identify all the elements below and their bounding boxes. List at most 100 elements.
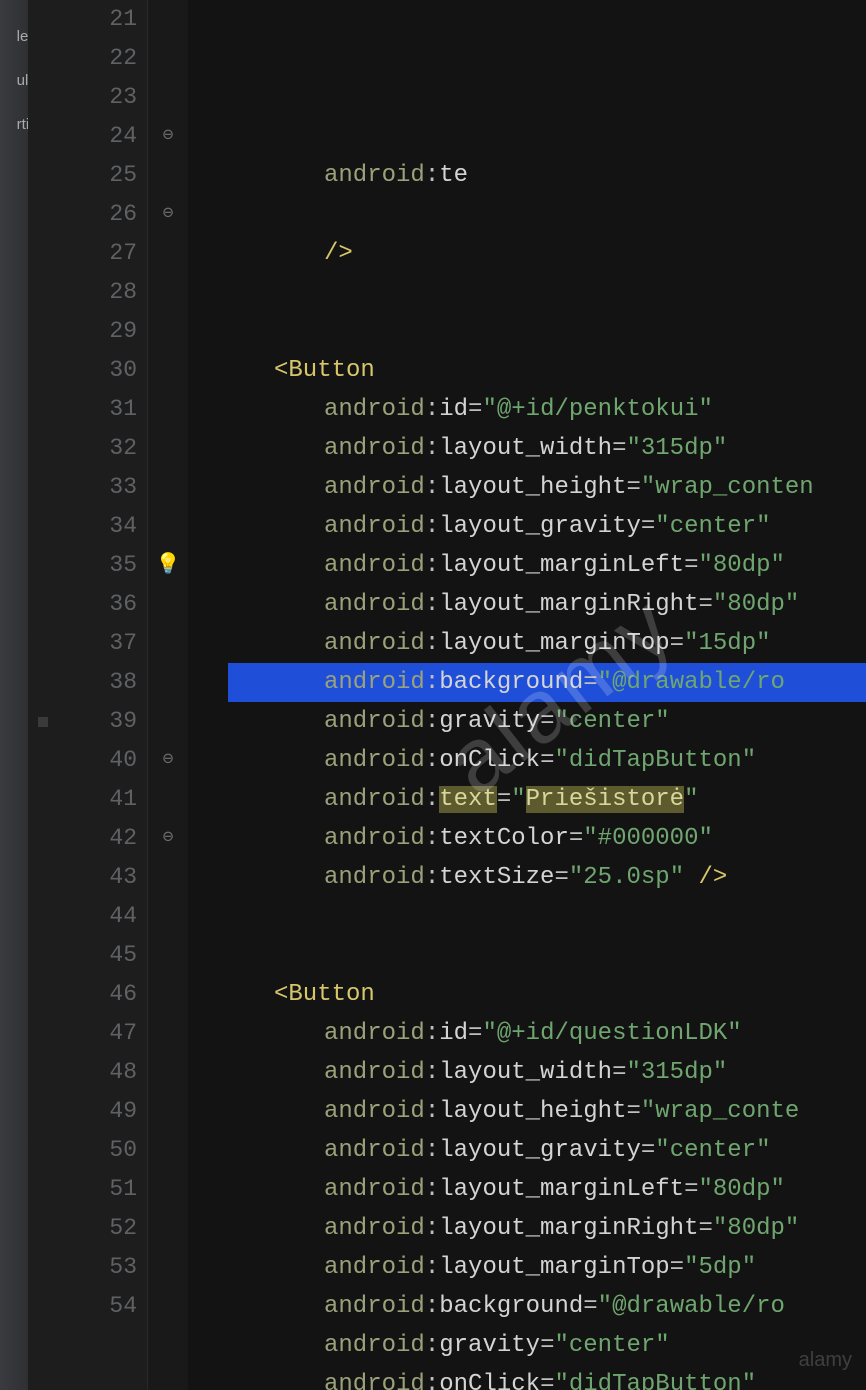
- line-number[interactable]: 21: [28, 0, 137, 39]
- line-number[interactable]: 26: [28, 195, 137, 234]
- fold-spacer: [148, 351, 188, 390]
- line-number[interactable]: 28: [28, 273, 137, 312]
- line-number[interactable]: 30: [28, 351, 137, 390]
- code-line[interactable]: android:layout_marginLeft="80dp": [188, 1170, 866, 1209]
- line-number[interactable]: 40: [28, 741, 137, 780]
- line-number[interactable]: 34: [28, 507, 137, 546]
- code-line[interactable]: android:background="@drawable/ro: [188, 1287, 866, 1326]
- code-line[interactable]: <Button: [188, 351, 866, 390]
- token-ns: android: [324, 786, 425, 813]
- code-line[interactable]: [188, 273, 866, 312]
- code-line[interactable]: android:layout_width="315dp": [188, 1053, 866, 1092]
- line-number[interactable]: 22: [28, 39, 137, 78]
- line-number[interactable]: 46: [28, 975, 137, 1014]
- fold-column[interactable]: ⊖ ⊖ 💡 ⊖ ⊖: [148, 0, 188, 1390]
- line-number[interactable]: 42: [28, 819, 137, 858]
- token-eq: =: [612, 1059, 626, 1086]
- token-eq: =: [540, 1371, 554, 1390]
- token-q: ": [626, 435, 640, 462]
- fold-toggle-icon[interactable]: ⊖: [148, 195, 188, 234]
- code-line[interactable]: android:textSize="25.0sp" />: [188, 858, 866, 897]
- code-line[interactable]: android:layout_height="wrap_conte: [188, 1092, 866, 1131]
- code-line[interactable]: android:id="@+id/penktokui": [188, 390, 866, 429]
- code-line[interactable]: [188, 312, 866, 351]
- line-number[interactable]: 50: [28, 1131, 137, 1170]
- line-number[interactable]: 36: [28, 585, 137, 624]
- code-line[interactable]: android:layout_width="315dp": [188, 429, 866, 468]
- token-q: ": [641, 1098, 655, 1125]
- line-number[interactable]: 25: [28, 156, 137, 195]
- line-number[interactable]: 47: [28, 1014, 137, 1053]
- fold-spacer: [148, 0, 188, 39]
- code-line[interactable]: android:layout_marginRight="80dp": [188, 1209, 866, 1248]
- lightbulb-icon[interactable]: 💡: [148, 546, 188, 585]
- fold-spacer: [148, 429, 188, 468]
- code-line[interactable]: android:layout_marginLeft="80dp": [188, 546, 866, 585]
- code-line[interactable]: <Button: [188, 975, 866, 1014]
- line-number[interactable]: 44: [28, 897, 137, 936]
- line-number[interactable]: 53: [28, 1248, 137, 1287]
- line-number[interactable]: 24: [28, 117, 137, 156]
- line-number[interactable]: 39: [28, 702, 137, 741]
- token-q: ": [698, 552, 712, 579]
- token-attr: id: [439, 1020, 468, 1047]
- panel-text-frag: le Vers: [17, 28, 28, 45]
- line-number[interactable]: 23: [28, 78, 137, 117]
- fold-spacer: [148, 780, 188, 819]
- line-number[interactable]: 52: [28, 1209, 137, 1248]
- token-q: ": [598, 1293, 612, 1320]
- token-ns: android: [324, 1254, 425, 1281]
- line-number[interactable]: 48: [28, 1053, 137, 1092]
- token-val: 80dp: [727, 591, 785, 618]
- line-number[interactable]: 43: [28, 858, 137, 897]
- line-number[interactable]: 35: [28, 546, 137, 585]
- line-number[interactable]: 27: [28, 234, 137, 273]
- code-editor[interactable]: alamy alamy android:te/><Buttonandroid:i…: [188, 0, 866, 1390]
- code-line[interactable]: [188, 936, 866, 975]
- code-line[interactable]: android:layout_height="wrap_conten: [188, 468, 866, 507]
- token-val: didTapButton: [569, 747, 742, 774]
- token-eq: =: [540, 1332, 554, 1359]
- line-number[interactable]: 49: [28, 1092, 137, 1131]
- line-number[interactable]: 37: [28, 624, 137, 663]
- line-number-gutter[interactable]: 2122232425262728293031323334353637383940…: [28, 0, 148, 1390]
- code-line[interactable]: android:id="@+id/questionLDK": [188, 1014, 866, 1053]
- code-line[interactable]: android:text="Priešistorė": [188, 780, 866, 819]
- fold-toggle-icon[interactable]: ⊖: [148, 819, 188, 858]
- token-val: 315dp: [641, 1059, 713, 1086]
- code-line[interactable]: android:layout_marginTop="5dp": [188, 1248, 866, 1287]
- line-number[interactable]: 54: [28, 1287, 137, 1326]
- fold-toggle-icon[interactable]: ⊖: [148, 117, 188, 156]
- token-colon: :: [425, 435, 439, 462]
- token-attr: background: [439, 1293, 583, 1320]
- fold-toggle-icon[interactable]: ⊖: [148, 741, 188, 780]
- code-line[interactable]: android:layout_gravity="center": [188, 507, 866, 546]
- line-number[interactable]: 29: [28, 312, 137, 351]
- project-panel-sliver: le Vers ules fo rties): [0, 0, 28, 1390]
- watermark: alamy: [799, 1341, 852, 1380]
- line-number[interactable]: 51: [28, 1170, 137, 1209]
- fold-spacer: [148, 936, 188, 975]
- line-number[interactable]: 38: [28, 663, 137, 702]
- line-number[interactable]: 32: [28, 429, 137, 468]
- fold-spacer: [148, 468, 188, 507]
- line-number[interactable]: 31: [28, 390, 137, 429]
- code-line[interactable]: android:layout_gravity="center": [188, 1131, 866, 1170]
- line-number[interactable]: 41: [28, 780, 137, 819]
- code-line[interactable]: [188, 897, 866, 936]
- fold-spacer: [148, 1170, 188, 1209]
- fold-spacer: [148, 1131, 188, 1170]
- line-number[interactable]: 45: [28, 936, 137, 975]
- code-line[interactable]: android:te: [188, 156, 866, 195]
- code-line[interactable]: android:layout_marginRight="80dp": [188, 585, 866, 624]
- token-ns: android: [324, 1137, 425, 1164]
- token-q: ": [771, 1176, 785, 1203]
- fold-spacer: [148, 1248, 188, 1287]
- line-number[interactable]: 33: [28, 468, 137, 507]
- code-line[interactable]: android:gravity="center": [188, 1326, 866, 1365]
- code-line[interactable]: [188, 195, 866, 234]
- code-line[interactable]: android:textColor="#000000": [188, 819, 866, 858]
- token-q: ": [742, 747, 756, 774]
- code-line[interactable]: />: [188, 234, 866, 273]
- code-line[interactable]: android:onClick="didTapButton": [188, 1365, 866, 1390]
